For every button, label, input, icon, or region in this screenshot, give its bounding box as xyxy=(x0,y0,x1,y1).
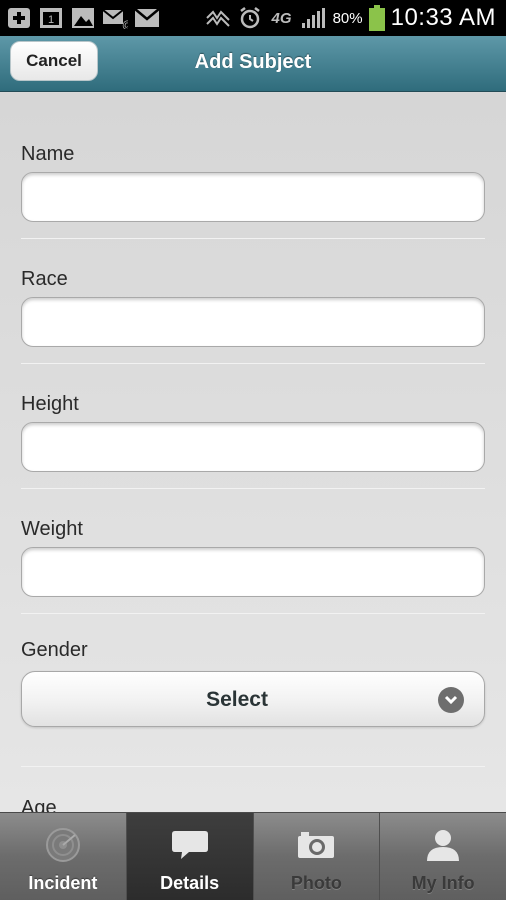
gender-select-value: Select xyxy=(206,688,268,711)
height-input[interactable] xyxy=(21,422,485,472)
tab-details[interactable]: Details xyxy=(126,813,254,900)
battery-percent: 80% xyxy=(332,9,363,27)
age-field-group: Age xyxy=(21,795,485,813)
tab-bar: Incident Details Photo My Info xyxy=(0,812,506,900)
system-icons: 4G 80% 10:33 AM xyxy=(205,0,496,36)
height-field-group: Height xyxy=(21,391,485,472)
svg-text:@: @ xyxy=(122,20,128,29)
gender-label: Gender xyxy=(21,639,88,661)
tab-label: Details xyxy=(160,873,220,893)
svg-text:1: 1 xyxy=(48,14,54,26)
weight-input[interactable] xyxy=(21,547,485,597)
image-icon xyxy=(70,6,96,30)
4g-icon: 4G xyxy=(271,9,292,27)
divider xyxy=(21,363,485,364)
notification-icons: 1 @ xyxy=(6,6,160,30)
race-input[interactable] xyxy=(21,297,485,347)
person-icon xyxy=(423,829,463,861)
cancel-button[interactable]: Cancel xyxy=(10,41,98,81)
tab-label: Incident xyxy=(28,873,98,893)
battery-icon xyxy=(368,5,385,31)
no-signal-icon xyxy=(205,6,231,30)
voicemail-icon: @ xyxy=(102,6,128,30)
divider xyxy=(21,488,485,489)
tab-label: Photo xyxy=(290,873,342,893)
gender-field-group: Gender Select xyxy=(21,637,485,727)
name-input[interactable] xyxy=(21,172,485,222)
app-header: Add Subject Cancel xyxy=(0,36,506,92)
camera-icon xyxy=(296,829,336,861)
status-bar: 1 @ 4G 80% 10:33 AM xyxy=(0,0,506,36)
tab-my-info[interactable]: My Info xyxy=(380,813,506,900)
tab-incident[interactable]: Incident xyxy=(0,813,127,900)
divider xyxy=(21,238,485,239)
weight-field-group: Weight xyxy=(21,516,485,597)
signal-icon xyxy=(301,6,327,30)
tab-label: My Info xyxy=(411,873,475,893)
subject-form[interactable]: Name Race Height Weight Gender Select Ag… xyxy=(0,93,506,813)
divider xyxy=(21,613,485,614)
weight-label: Weight xyxy=(21,518,83,540)
name-field-group: Name xyxy=(21,141,485,222)
race-field-group: Race xyxy=(21,266,485,347)
gmail-icon xyxy=(134,6,160,30)
height-label: Height xyxy=(21,393,79,415)
name-label: Name xyxy=(21,143,75,165)
tab-photo[interactable]: Photo xyxy=(253,813,381,900)
gender-select[interactable]: Select xyxy=(21,671,485,727)
chevron-down-icon xyxy=(438,687,464,713)
clock: 10:33 AM xyxy=(390,4,496,31)
alarm-icon xyxy=(237,6,263,30)
add-icon xyxy=(6,6,32,30)
speech-bubble-icon xyxy=(170,829,210,861)
divider xyxy=(21,766,485,767)
race-label: Race xyxy=(21,268,68,290)
radar-icon xyxy=(43,828,83,862)
age-label: Age xyxy=(21,797,57,813)
calendar-icon: 1 xyxy=(38,6,64,30)
